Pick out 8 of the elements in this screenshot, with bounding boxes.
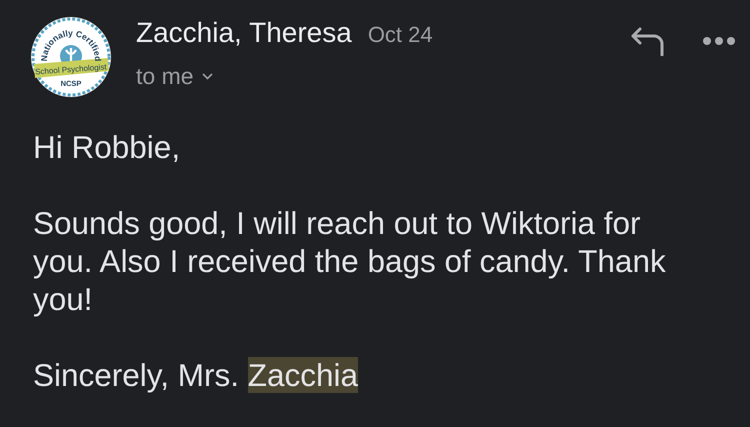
message-paragraph: Sounds good, I will reach out to Wiktoria for you. Also I received the bags of candy. Thank you! bbox=[33, 204, 667, 318]
message-paragraph: Sincerely, Mrs. Zacchia bbox=[33, 356, 359, 394]
chevron-down-icon[interactable] bbox=[202, 72, 213, 80]
more-icon[interactable] bbox=[702, 36, 736, 46]
message-paragraph: Hi Robbie, bbox=[33, 128, 182, 166]
email-date: Oct 24 bbox=[368, 21, 433, 49]
recipient-label: to me bbox=[136, 62, 194, 91]
sender-name: Zacchia, Theresa bbox=[136, 16, 352, 50]
